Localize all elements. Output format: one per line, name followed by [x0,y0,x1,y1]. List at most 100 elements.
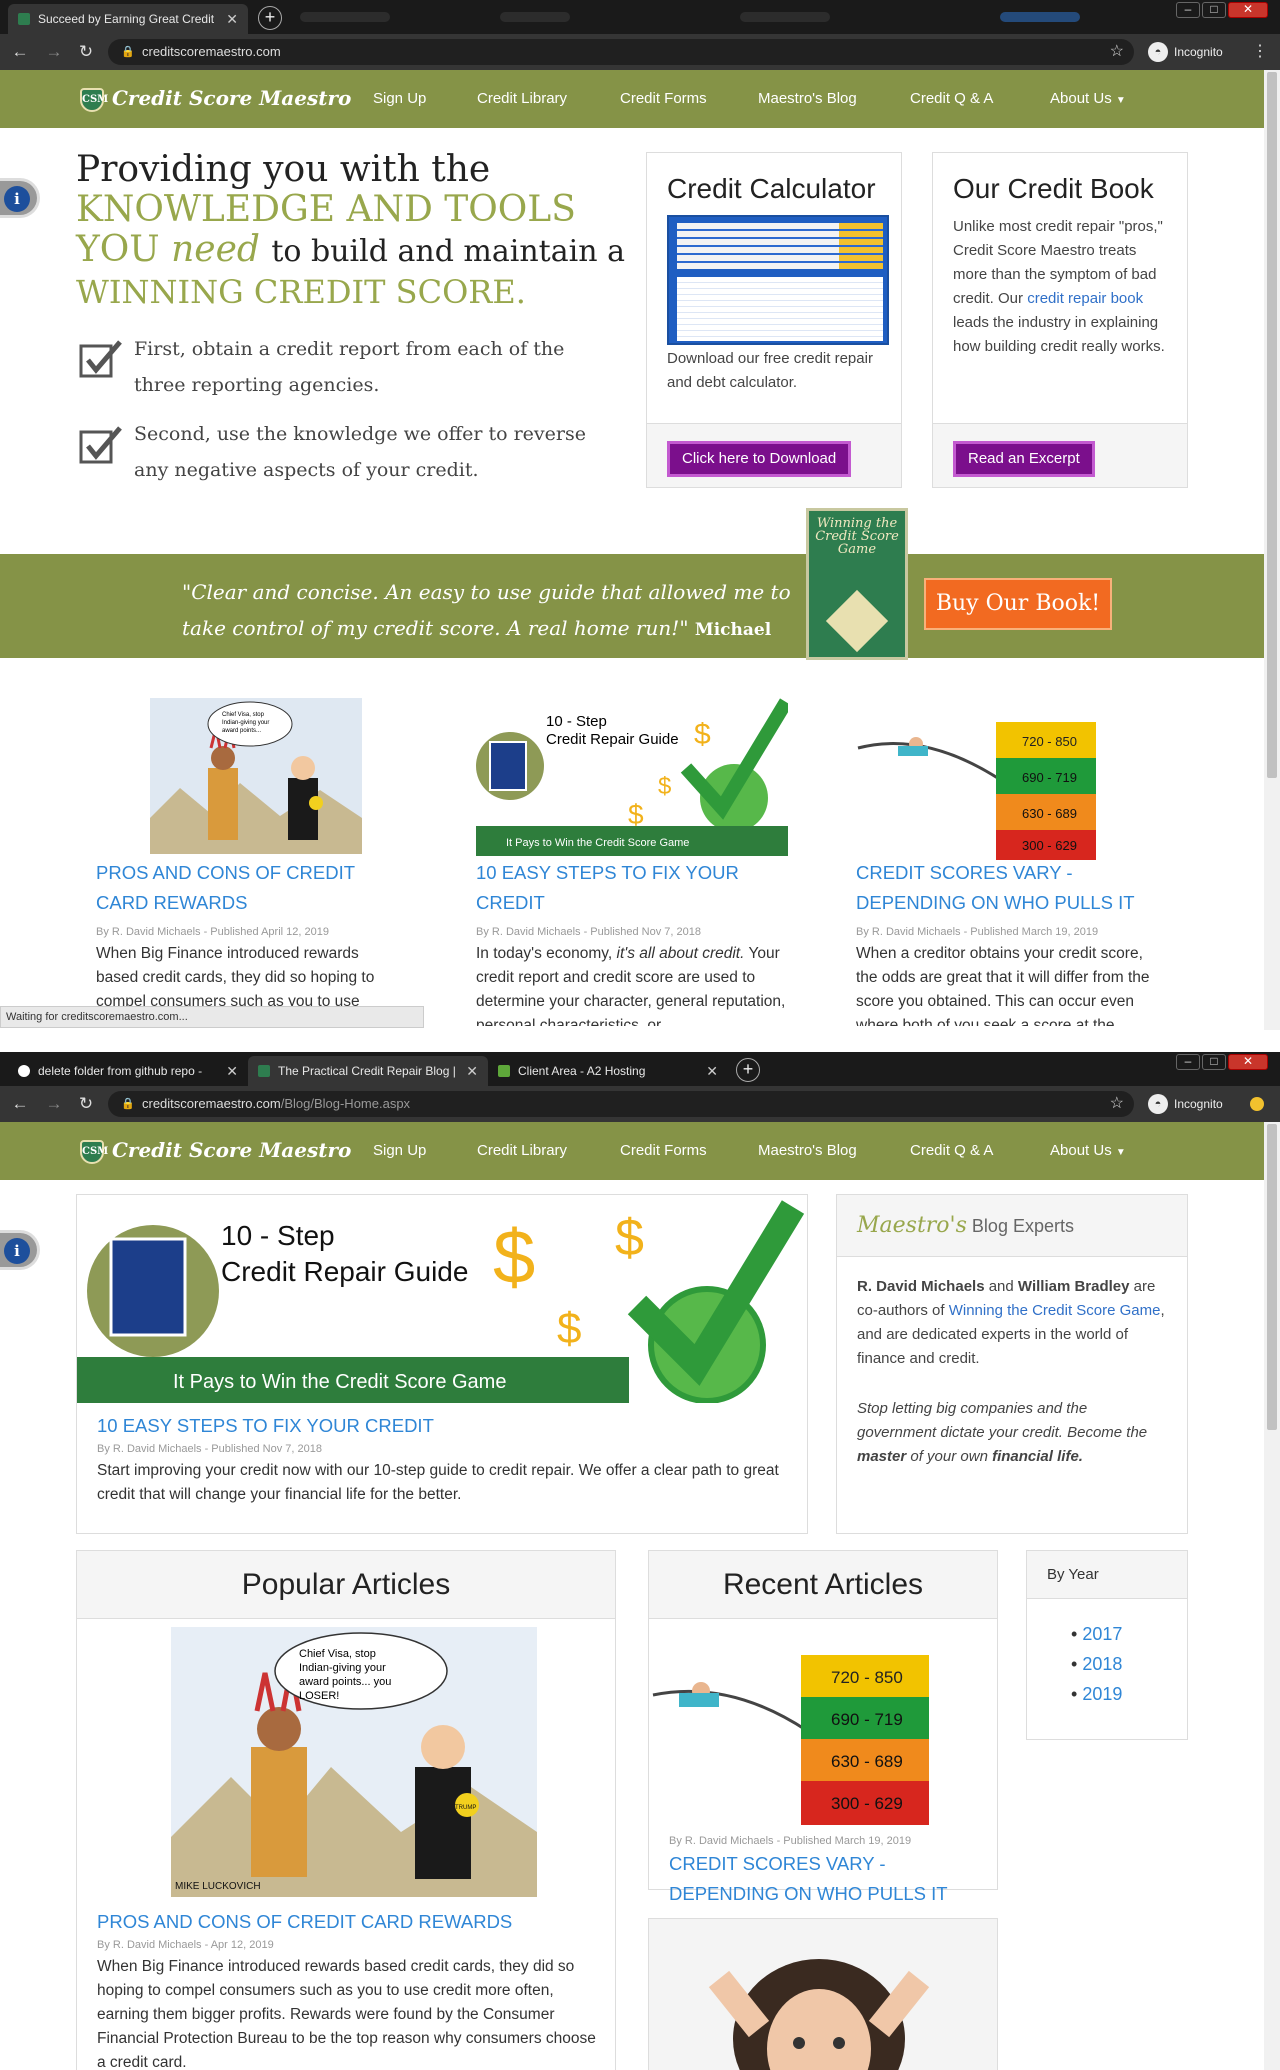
stressed-woman-image [649,1919,997,2070]
recent-article-card-2[interactable] [648,1918,998,2070]
credit-repair-book-link[interactable]: credit repair book [1027,290,1143,307]
nav-maestros-blog[interactable]: Maestro's Blog [758,70,857,128]
calculator-screenshot [667,215,889,345]
popular-article-title[interactable]: PROS AND CONS OF CREDIT CARD REWARDS [97,1911,512,1933]
read-excerpt-button[interactable]: Read an Excerpt [953,441,1095,477]
buy-book-button[interactable]: Buy Our Book! [924,578,1112,630]
nav-credit-library[interactable]: Credit Library [477,1122,567,1180]
nav-credit-forms[interactable]: Credit Forms [620,70,707,128]
google-favicon-icon [18,1065,30,1077]
score-band-label: 720 - 850 [1022,734,1077,749]
incognito-indicator[interactable]: ◓ Incognito [1146,1092,1223,1116]
scrollbar-thumb[interactable] [1267,72,1277,778]
site-logo[interactable]: CSM Credit Score Maestro [80,1136,351,1164]
new-tab-button[interactable]: + [736,1058,760,1082]
page-scrollbar[interactable] [1264,70,1280,1030]
featured-article-title[interactable]: 10 EASY STEPS TO FIX YOUR CREDIT [97,1415,434,1437]
nav-sign-up[interactable]: Sign Up [373,70,426,128]
close-tab-icon[interactable]: ✕ [706,1056,718,1086]
background-tab[interactable] [1000,12,1080,22]
menu-kebab-icon[interactable]: ⋮ [1252,40,1268,64]
reload-icon[interactable]: ↻ [74,40,98,64]
address-bar[interactable]: 🔒 creditscoremaestro.com ☆ [108,39,1134,65]
article-card-rewards[interactable]: Chief Visa, stop Indian-giving your awar… [76,676,426,1026]
background-tab[interactable] [740,12,830,22]
reload-icon[interactable]: ↻ [74,1092,98,1116]
cartoon-bubble-text: Chief Visa, stop [299,1648,376,1660]
background-tab[interactable] [300,12,390,22]
nav-sign-up[interactable]: Sign Up [373,1122,426,1180]
page-scrollbar[interactable] [1264,1122,1280,2070]
logo-text: Credit Score Maestro [112,86,352,110]
url-domain: creditscoremaestro.com [142,44,281,59]
featured-article-card[interactable]: 10 - Step Credit Repair Guide $ $ $ It P… [76,1194,808,1534]
lock-icon: 🔒 [121,1098,135,1110]
close-tab-icon[interactable]: ✕ [466,1056,478,1086]
minimize-icon[interactable]: – [1176,1054,1200,1070]
nav-credit-forms[interactable]: Credit Forms [620,1122,707,1180]
caret-down-icon: ▼ [1115,95,1126,106]
nav-maestros-blog[interactable]: Maestro's Blog [758,1122,857,1180]
tab-blog[interactable]: The Practical Credit Repair Blog | ✕ [248,1056,488,1086]
nav-about-us[interactable]: About Us ▼ [1050,1122,1126,1180]
year-link-2017[interactable]: • 2017 [1071,1619,1122,1649]
extension-icon[interactable] [1250,1097,1264,1111]
scrollbar-thumb[interactable] [1267,1124,1277,1430]
tab-home[interactable]: Succeed by Earning Great Credit ✕ [8,4,248,34]
maximize-icon[interactable]: □ [1202,2,1226,18]
recent-article-title[interactable]: CREDIT SCORES VARY - DEPENDING ON WHO PU… [669,1849,979,1909]
article-meta: By R. David Michaels - Published March 1… [856,926,1099,938]
accessibility-widget[interactable]: i [0,178,40,218]
nav-credit-qa[interactable]: Credit Q & A [910,1122,993,1180]
bookmark-star-icon[interactable]: ☆ [1110,39,1124,65]
hero-line-2: KNOWLEDGE AND TOOLS [76,189,576,230]
bullet-dot-icon: • [1071,1624,1078,1644]
back-arrow-icon[interactable]: ← [8,40,32,64]
close-window-icon[interactable]: ✕ [1228,2,1268,18]
book-link[interactable]: Winning the Credit Score Game [949,1302,1161,1319]
nav-credit-qa[interactable]: Credit Q & A [910,70,993,128]
incognito-indicator[interactable]: ◓ Incognito [1146,40,1223,64]
blog-experts-header: Maestro's Blog Experts [837,1195,1187,1257]
calculator-card: Credit Calculator Download our free cred… [646,152,902,488]
forward-arrow-icon[interactable]: → [42,1092,66,1116]
tab-label: Succeed by Earning Great Credit [38,12,215,26]
minimize-icon[interactable]: – [1176,2,1200,18]
close-window-icon[interactable]: ✕ [1228,1054,1268,1070]
nav-about-us[interactable]: About Us ▼ [1050,70,1126,128]
bookmark-star-icon[interactable]: ☆ [1110,1091,1124,1117]
calculator-footer: Click here to Download [647,423,901,487]
nav-credit-library[interactable]: Credit Library [477,70,567,128]
article-meta: By R. David Michaels - Published Nov 7, … [476,926,701,938]
hero-need: need [171,229,260,270]
article-card-scores-vary[interactable]: 720 - 850 690 - 719 630 - 689 300 - 629 … [836,676,1186,1026]
cartoon-bubble-text: Indian-giving your [222,720,269,726]
tab-a2-hosting[interactable]: Client Area - A2 Hosting ✕ [488,1056,728,1086]
hero-bullet-1: First, obtain a credit report from each … [134,338,565,396]
close-tab-icon[interactable]: ✕ [226,4,238,34]
tagline-bold: master [857,1448,907,1465]
by-year-header: By Year [1027,1551,1187,1599]
year-link-2019[interactable]: • 2019 [1071,1679,1122,1709]
maximize-icon[interactable]: □ [1202,1054,1226,1070]
url-domain: creditscoremaestro.com [142,1096,281,1111]
close-tab-icon[interactable]: ✕ [226,1056,238,1086]
year-link-2018[interactable]: • 2018 [1071,1649,1122,1679]
back-arrow-icon[interactable]: ← [8,1092,32,1116]
excerpt-part: In today's economy, [476,945,613,962]
forward-arrow-icon[interactable]: → [42,40,66,64]
download-calculator-button[interactable]: Click here to Download [667,441,852,477]
tagline-bold: financial life. [992,1448,1083,1465]
article-title[interactable]: CREDIT SCORES VARY - DEPENDING ON WHO PU… [856,858,1166,918]
address-bar[interactable]: 🔒 creditscoremaestro.com/Blog/Blog-Home.… [108,1091,1134,1117]
article-card-10-steps[interactable]: 10 - Step Credit Repair Guide $ $ $ It P… [456,676,806,1026]
new-tab-button[interactable]: + [258,6,282,30]
accessibility-widget[interactable]: i [0,1230,40,1270]
book-cover-image[interactable]: Winning the Credit Score Game [806,508,908,660]
background-tab[interactable] [500,12,570,22]
article-excerpt: When a creditor obtains your credit scor… [856,945,1150,1026]
article-title[interactable]: 10 EASY STEPS TO FIX YOUR CREDIT [476,858,776,918]
article-title[interactable]: PROS AND CONS OF CREDIT CARD REWARDS [96,858,396,918]
tab-github[interactable]: delete folder from github repo - ✕ [8,1056,248,1086]
site-logo[interactable]: CSM Credit Score Maestro [80,84,351,112]
